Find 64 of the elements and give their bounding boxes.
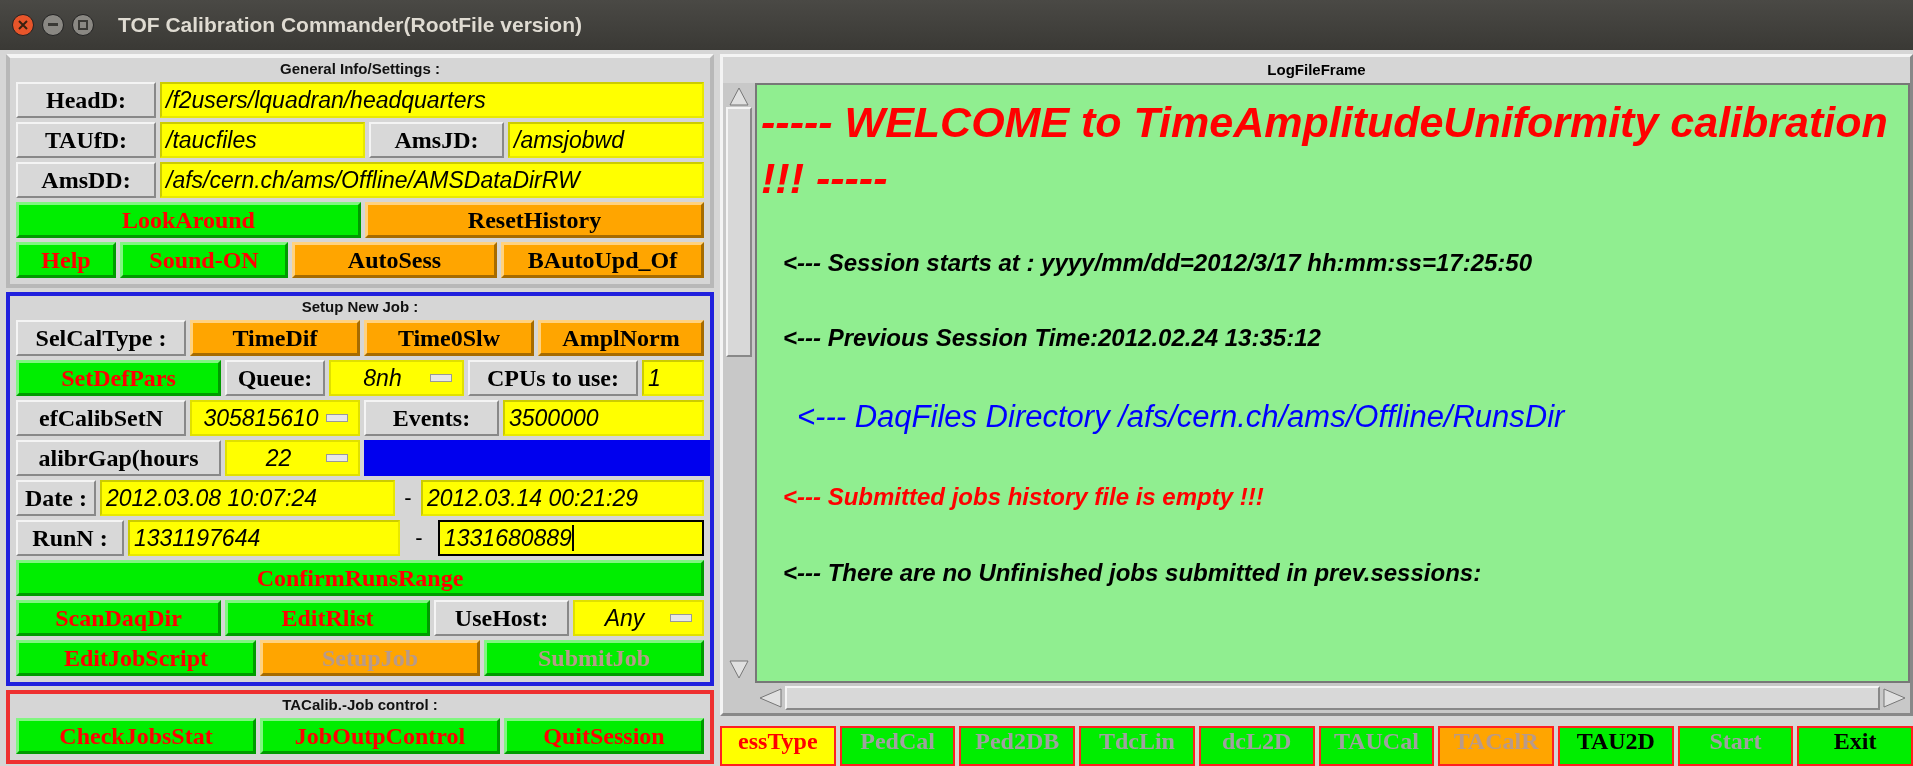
field-label: Events:: [364, 400, 499, 436]
button[interactable]: AutoSess: [292, 242, 497, 278]
input-field[interactable]: 1331197644: [128, 520, 400, 556]
session-button[interactable]: essType: [720, 726, 836, 766]
dropdown-handle-icon: [326, 414, 348, 422]
session-button[interactable]: TAU2D: [1557, 726, 1674, 766]
close-icon[interactable]: [12, 14, 34, 36]
dropdown[interactable]: Any: [573, 600, 704, 636]
input-field[interactable]: /amsjobwd: [508, 122, 704, 158]
scroll-left-icon[interactable]: [757, 686, 783, 710]
log-line: <--- There are no Unfinished jobs submitted in prev.sessions:: [782, 557, 1483, 588]
field-label: efCalibSetN: [16, 400, 186, 436]
section-title: General Info/Settings :: [279, 60, 441, 78]
vertical-scrollbar[interactable]: [723, 83, 755, 683]
field-label: HeadD:: [16, 82, 156, 118]
field-label: AmsDD:: [16, 162, 156, 198]
dropdown[interactable]: 8nh: [329, 360, 464, 396]
input-field[interactable]: 2012.03.08 10:07:24: [100, 480, 395, 516]
scroll-thumb[interactable]: [726, 107, 752, 357]
dropdown[interactable]: 305815610: [190, 400, 360, 436]
input-field[interactable]: 3500000: [503, 400, 704, 436]
button[interactable]: AmplNorm: [538, 320, 704, 356]
field-label: SelCalType :: [16, 320, 186, 356]
button[interactable]: TimeDif: [190, 320, 360, 356]
log-line: ----- WELCOME to TimeAmplitudeUniformity calibration !!! -----: [761, 97, 1889, 204]
range-separator: -: [403, 484, 413, 512]
field-label: UseHost:: [434, 600, 569, 636]
field-label: RunN :: [16, 520, 124, 556]
minimize-icon[interactable]: [42, 14, 64, 36]
horizontal-scrollbar[interactable]: [723, 683, 1910, 713]
log-line: <--- DaqFiles Directory /afs/cern.ch/ams/Offline/RunsDir: [796, 398, 1567, 437]
scroll-thumb[interactable]: [785, 686, 1880, 710]
log-line: <--- Submitted jobs history file is empty !!!: [782, 482, 1265, 513]
scroll-right-icon[interactable]: [1882, 686, 1908, 710]
input-field[interactable]: 1331680889: [438, 520, 704, 556]
input-field[interactable]: /f2users/lquadran/headquarters: [160, 82, 704, 118]
field-label: Queue:: [225, 360, 325, 396]
scroll-down-icon[interactable]: [727, 659, 751, 681]
panel-title: LogFileFrame: [1266, 60, 1367, 80]
section-title: Setup New Job :: [300, 298, 420, 316]
field-label: AmsJD:: [369, 122, 504, 158]
dropdown-handle-icon: [430, 374, 452, 382]
button[interactable]: ResetHistory: [365, 202, 704, 238]
button[interactable]: Time0Slw: [364, 320, 534, 356]
field-label: CPUs to use:: [468, 360, 638, 396]
input-field[interactable]: /afs/cern.ch/ams/Offline/AMSDataDirRW: [160, 162, 704, 198]
dropdown-handle-icon: [326, 454, 348, 462]
input-field[interactable]: 1: [642, 360, 704, 396]
field-label: alibrGap(hours: [16, 440, 221, 476]
dropdown[interactable]: 22: [225, 440, 360, 476]
field-label: Date :: [16, 480, 96, 516]
log-line: <--- Previous Session Time:2012.02.24 13:35:12: [782, 322, 1322, 353]
field-label: TAUfD:: [16, 122, 156, 158]
dropdown-handle-icon: [670, 614, 692, 622]
window-title: TOF Calibration Commander(RootFile version): [118, 13, 582, 37]
text-caret: [571, 525, 574, 551]
session-button[interactable]: Exit: [1797, 726, 1913, 766]
range-separator: -: [414, 524, 424, 552]
input-field[interactable]: 2012.03.14 00:21:29: [421, 480, 704, 516]
input-field[interactable]: /taucfiles: [160, 122, 365, 158]
maximize-icon[interactable]: [72, 14, 94, 36]
button[interactable]: BAutoUpd_Of: [501, 242, 704, 278]
section-title: TACalib.-Job control :: [281, 696, 439, 714]
log-line: <--- Session starts at : yyyy/mm/dd=2012/3/17 hh:mm:ss=17:25:50: [782, 247, 1533, 278]
